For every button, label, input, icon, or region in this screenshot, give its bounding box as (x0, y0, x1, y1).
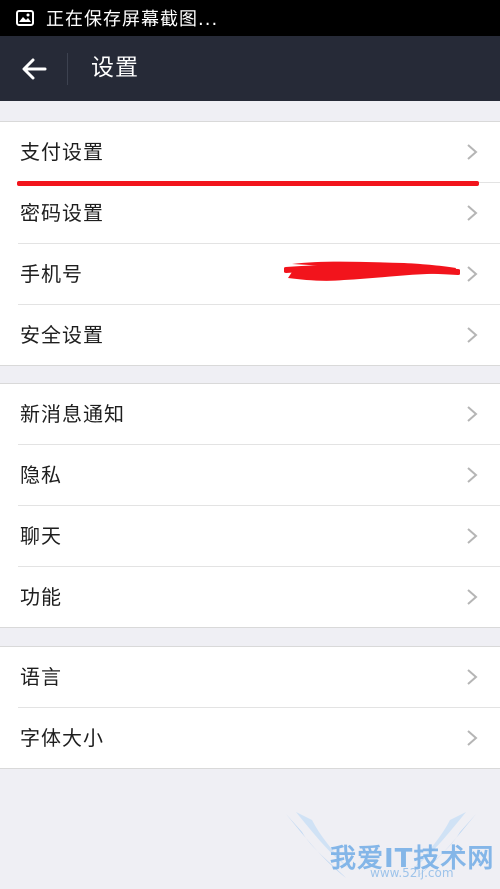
settings-item-label: 安全设置 (20, 323, 104, 347)
chevron-right-icon (467, 205, 478, 221)
back-arrow-icon (22, 58, 46, 79)
settings-item-label: 功能 (20, 585, 62, 609)
chevron-right-icon (467, 266, 478, 282)
settings-item-label: 字体大小 (20, 726, 104, 750)
chevron-right-icon (467, 528, 478, 544)
back-button[interactable] (0, 36, 67, 101)
settings-group-account: 支付设置 密码设置 手机号 安全设置 (0, 121, 500, 366)
nav-divider (67, 53, 68, 85)
settings-item-label: 密码设置 (20, 201, 104, 225)
settings-item-security[interactable]: 安全设置 (0, 304, 500, 365)
chevron-right-icon (467, 669, 478, 685)
settings-item-payment[interactable]: 支付设置 (0, 122, 500, 182)
settings-item-features[interactable]: 功能 (0, 566, 500, 627)
settings-group-display: 语言 字体大小 (0, 646, 500, 769)
settings-item-label: 手机号 (20, 262, 83, 286)
nav-bar: 设置 (0, 36, 500, 101)
settings-item-label: 聊天 (20, 524, 62, 548)
settings-item-label: 支付设置 (20, 140, 104, 164)
redaction-scribble (284, 261, 460, 281)
status-bar: 正在保存屏幕截图... (0, 0, 500, 36)
chevron-right-icon (467, 467, 478, 483)
status-text: 正在保存屏幕截图... (46, 9, 219, 30)
chevron-right-icon (467, 406, 478, 422)
watermark-url: www.52ij.com (370, 866, 454, 880)
settings-item-label: 新消息通知 (20, 402, 125, 426)
page-title: 设置 (91, 55, 139, 81)
annotation-underline (17, 181, 479, 186)
settings-item-password[interactable]: 密码设置 (0, 182, 500, 243)
chevron-right-icon (467, 144, 478, 160)
chevron-right-icon (467, 327, 478, 343)
settings-item-label: 隐私 (20, 463, 62, 487)
settings-group-general: 新消息通知 隐私 聊天 功能 (0, 383, 500, 628)
settings-item-language[interactable]: 语言 (0, 647, 500, 707)
chevron-right-icon (467, 589, 478, 605)
chevron-right-icon (467, 730, 478, 746)
settings-item-privacy[interactable]: 隐私 (0, 444, 500, 505)
settings-item-label: 语言 (20, 665, 62, 689)
settings-item-notifications[interactable]: 新消息通知 (0, 384, 500, 444)
settings-item-font-size[interactable]: 字体大小 (0, 707, 500, 768)
image-icon (15, 9, 35, 27)
settings-item-chat[interactable]: 聊天 (0, 505, 500, 566)
